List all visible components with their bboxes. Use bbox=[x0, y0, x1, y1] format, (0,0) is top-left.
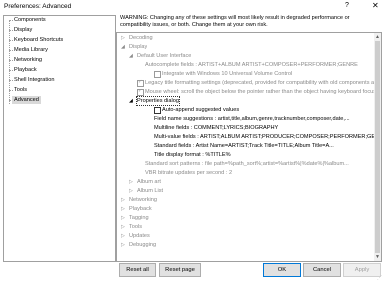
cancel-button[interactable]: Cancel bbox=[303, 263, 341, 277]
checkbox-legacy-title-formatting[interactable] bbox=[137, 79, 144, 87]
setting-vbr-bitrate-updates[interactable]: VBR bitrate updates per second : 2 bbox=[145, 169, 232, 177]
tree-node-display[interactable]: Display bbox=[129, 43, 147, 51]
expand-icon[interactable]: ▷ bbox=[121, 241, 125, 249]
ok-button[interactable]: OK bbox=[263, 263, 301, 277]
checkbox-mouse-wheel[interactable] bbox=[137, 88, 144, 96]
vertical-scrollbar[interactable]: ▲ ▼ bbox=[374, 33, 381, 261]
tree-connector bbox=[9, 70, 13, 71]
tree-node-tagging[interactable]: Tagging bbox=[129, 214, 149, 222]
tree-node-playback[interactable]: Playback bbox=[129, 205, 152, 213]
reset-page-button[interactable]: Reset page bbox=[159, 263, 201, 277]
scroll-up-icon[interactable]: ▲ bbox=[375, 34, 380, 40]
preferences-nav-tree[interactable]: Components Display Keyboard Shortcuts Me… bbox=[3, 15, 116, 262]
expand-icon[interactable]: ▷ bbox=[121, 223, 125, 231]
checkbox-integrate-volume-control[interactable] bbox=[154, 71, 161, 78]
title-bar: Preferences: Advanced ? ✕ bbox=[0, 0, 384, 13]
collapse-icon[interactable]: ◢ bbox=[129, 52, 133, 60]
tree-connector bbox=[9, 20, 10, 104]
tree-connector bbox=[9, 80, 13, 81]
tree-node-properties-dialog[interactable]: Properties dialog bbox=[136, 96, 180, 106]
close-icon[interactable]: ✕ bbox=[372, 1, 379, 10]
tree-node-updates[interactable]: Updates bbox=[129, 232, 150, 240]
setting-integrate-volume-control: Integrate with Windows 10 Universal Volu… bbox=[162, 71, 293, 77]
tree-connector bbox=[9, 90, 13, 91]
tree-node-networking[interactable]: Networking bbox=[129, 196, 157, 204]
tree-node-album-list[interactable]: Album List bbox=[137, 187, 163, 195]
setting-multiline-fields[interactable]: Multiline fields : COMMENT;LYRICS;BIOGRA… bbox=[154, 124, 278, 132]
expand-icon[interactable]: ▷ bbox=[121, 232, 125, 240]
setting-auto-append: Auto-append suggested values bbox=[162, 107, 240, 113]
nav-item-playback[interactable]: Playback bbox=[14, 66, 37, 74]
nav-item-keyboard-shortcuts[interactable]: Keyboard Shortcuts bbox=[14, 36, 63, 44]
nav-item-advanced[interactable]: Advanced bbox=[12, 96, 41, 104]
expand-icon[interactable]: ▷ bbox=[121, 34, 125, 42]
tree-node-default-ui[interactable]: Default User Interface bbox=[137, 52, 191, 60]
checkbox-auto-append[interactable] bbox=[154, 107, 161, 114]
tree-connector bbox=[9, 30, 13, 31]
collapse-icon[interactable]: ◢ bbox=[129, 97, 133, 105]
expand-icon[interactable]: ▷ bbox=[129, 178, 133, 186]
expand-icon[interactable]: ▷ bbox=[129, 187, 133, 195]
expand-icon[interactable]: ▷ bbox=[121, 214, 125, 222]
setting-autocomplete-fields[interactable]: Autocomplete fields : ARTIST+ALBUM ARTIS… bbox=[145, 61, 358, 69]
tree-node-debugging[interactable]: Debugging bbox=[129, 241, 156, 249]
nav-item-components[interactable]: Components bbox=[14, 16, 46, 24]
setting-standard-sort-patterns[interactable]: Standard sort patterns : file path=%path… bbox=[145, 160, 349, 168]
setting-legacy-title-formatting: Legacy title formatting settings (deprec… bbox=[145, 80, 382, 86]
nav-item-display[interactable]: Display bbox=[14, 26, 32, 34]
collapse-icon[interactable]: ◢ bbox=[121, 43, 125, 51]
nav-item-networking[interactable]: Networking bbox=[14, 56, 42, 64]
tree-node-album-art[interactable]: Album art bbox=[137, 178, 161, 186]
warning-text: WARNING: Changing any of these settings … bbox=[120, 15, 350, 28]
resize-grip-icon[interactable]: ⋰ bbox=[377, 275, 382, 281]
tree-node-decoding[interactable]: Decoding bbox=[129, 34, 153, 42]
help-icon[interactable]: ? bbox=[345, 2, 349, 9]
tree-connector bbox=[9, 40, 13, 41]
setting-standard-fields[interactable]: Standard fields : Artist Name=ARTIST;Tra… bbox=[154, 142, 334, 150]
reset-all-button[interactable]: Reset all bbox=[119, 263, 156, 277]
apply-button[interactable]: Apply bbox=[343, 263, 381, 277]
nav-item-media-library[interactable]: Media Library bbox=[14, 46, 48, 54]
scroll-down-icon[interactable]: ▼ bbox=[375, 254, 380, 260]
window-title: Preferences: Advanced bbox=[4, 3, 72, 10]
setting-multivalue-fields[interactable]: Multi-value fields : ARTIST;ALBUM ARTIST… bbox=[154, 133, 380, 141]
tree-connector bbox=[9, 50, 13, 51]
advanced-settings-tree[interactable]: ▷ Decoding ◢ Display ◢ Default User Inte… bbox=[116, 32, 382, 262]
expand-icon[interactable]: ▷ bbox=[121, 196, 125, 204]
tree-connector bbox=[9, 20, 13, 21]
scrollbar-thumb[interactable] bbox=[375, 41, 380, 253]
setting-field-name-suggestions[interactable]: Field name suggestions : artist,title,al… bbox=[154, 115, 350, 123]
nav-item-tools[interactable]: Tools bbox=[14, 86, 27, 94]
setting-mouse-wheel: Mouse wheel: scroll the object below the… bbox=[145, 89, 377, 95]
nav-item-shell-integration[interactable]: Shell Integration bbox=[14, 76, 54, 84]
tree-connector bbox=[9, 60, 13, 61]
tree-node-tools[interactable]: Tools bbox=[129, 223, 142, 231]
expand-icon[interactable]: ▷ bbox=[121, 205, 125, 213]
setting-title-display-format[interactable]: Title display format : %TITLE% bbox=[154, 151, 231, 159]
